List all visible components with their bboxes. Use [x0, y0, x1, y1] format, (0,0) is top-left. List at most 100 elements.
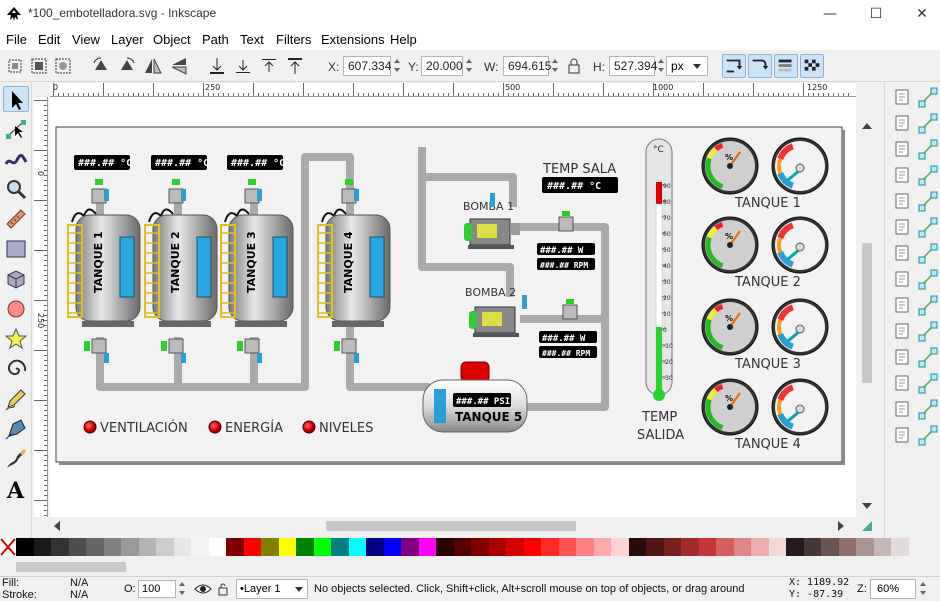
color-swatch[interactable]: [698, 538, 716, 556]
color-swatch[interactable]: [103, 538, 121, 556]
color-swatch[interactable]: [33, 538, 51, 556]
color-swatch[interactable]: [751, 538, 769, 556]
flip-vertical-icon[interactable]: [168, 55, 190, 77]
paste-icon[interactable]: [891, 346, 913, 368]
zoom-tool[interactable]: [3, 176, 29, 202]
vertical-scroll-thumb[interactable]: [862, 243, 872, 383]
color-swatch[interactable]: [663, 538, 681, 556]
open-document-icon[interactable]: [891, 112, 913, 134]
color-swatch[interactable]: [856, 538, 874, 556]
w-input[interactable]: 694.615: [503, 56, 551, 76]
close-button[interactable]: ✕: [912, 4, 932, 24]
palette-scrollbar[interactable]: [0, 558, 940, 576]
color-swatch[interactable]: [891, 538, 909, 556]
color-swatch[interactable]: [138, 538, 156, 556]
rotate-cw-icon[interactable]: [116, 55, 138, 77]
zoom-spinner[interactable]: [917, 579, 929, 599]
node-tool[interactable]: [3, 116, 29, 142]
tweak-tool[interactable]: [3, 146, 29, 172]
selector-tool[interactable]: [3, 86, 29, 112]
select-all-icon[interactable]: [4, 55, 26, 77]
vertical-scrollbar[interactable]: [856, 83, 882, 523]
h-input[interactable]: 527.394: [609, 56, 657, 76]
redo-icon[interactable]: [891, 268, 913, 290]
color-swatch[interactable]: [453, 538, 471, 556]
horizontal-ruler[interactable]: 0 250 500 1250 1000: [50, 83, 856, 97]
color-swatch[interactable]: [541, 538, 559, 556]
color-swatch[interactable]: [68, 538, 86, 556]
deselect-icon[interactable]: [52, 55, 74, 77]
save-document-icon[interactable]: [891, 138, 913, 160]
scroll-down-icon[interactable]: [862, 503, 872, 509]
menu-edit[interactable]: Edit: [38, 32, 60, 47]
color-swatch[interactable]: [611, 538, 629, 556]
calligraphy-tool[interactable]: [3, 446, 29, 472]
snap-bbox-corner-icon[interactable]: [917, 164, 939, 186]
color-swatch[interactable]: [873, 538, 891, 556]
x-spinner[interactable]: [391, 56, 403, 76]
color-swatch[interactable]: [838, 538, 856, 556]
pencil-tool[interactable]: [3, 386, 29, 412]
minimize-button[interactable]: —: [820, 4, 840, 24]
lower-icon[interactable]: [232, 55, 254, 77]
import-icon[interactable]: [891, 190, 913, 212]
vertical-ruler[interactable]: 0 250: [34, 97, 48, 517]
w-spinner[interactable]: [549, 56, 561, 76]
unit-select[interactable]: px: [666, 56, 708, 76]
scroll-right-icon[interactable]: [838, 521, 844, 531]
color-swatch[interactable]: [226, 538, 244, 556]
color-swatch[interactable]: [296, 538, 314, 556]
snap-page-icon[interactable]: [917, 424, 939, 446]
color-swatch[interactable]: [208, 538, 226, 556]
zoom-input[interactable]: 60%: [870, 579, 916, 599]
color-swatch[interactable]: [121, 538, 139, 556]
horizontal-scroll-thumb[interactable]: [326, 521, 576, 531]
color-swatch[interactable]: [331, 538, 349, 556]
color-swatch[interactable]: [733, 538, 751, 556]
color-swatch[interactable]: [681, 538, 699, 556]
menu-file[interactable]: File: [6, 32, 27, 47]
color-swatch[interactable]: [593, 538, 611, 556]
opacity-spinner[interactable]: [176, 579, 188, 597]
spiral-tool[interactable]: [3, 356, 29, 382]
lock-layer-icon[interactable]: [215, 581, 231, 597]
raise-icon[interactable]: [258, 55, 280, 77]
color-swatch[interactable]: [156, 538, 174, 556]
color-swatch[interactable]: [51, 538, 69, 556]
color-swatch[interactable]: [366, 538, 384, 556]
color-swatch[interactable]: [803, 538, 821, 556]
color-swatch[interactable]: [523, 538, 541, 556]
color-swatch[interactable]: [628, 538, 646, 556]
zoom-selection-icon[interactable]: [891, 372, 913, 394]
snap-path-icon[interactable]: [917, 268, 939, 290]
menu-object[interactable]: Object: [153, 32, 191, 47]
snap-midpoint-icon[interactable]: [917, 190, 939, 212]
flip-horizontal-icon[interactable]: [142, 55, 164, 77]
color-swatch[interactable]: [576, 538, 594, 556]
color-swatch[interactable]: [646, 538, 664, 556]
color-swatch[interactable]: [418, 538, 436, 556]
stroke-value[interactable]: N/A: [70, 589, 88, 601]
color-swatch[interactable]: [261, 538, 279, 556]
color-swatch[interactable]: [716, 538, 734, 556]
y-spinner[interactable]: [463, 56, 475, 76]
color-swatch[interactable]: [348, 538, 366, 556]
menu-filters[interactable]: Filters: [276, 32, 311, 47]
copy-icon[interactable]: [891, 294, 913, 316]
color-swatch[interactable]: [243, 538, 261, 556]
drawing-canvas[interactable]: TANQUE 1 TANQUE 2 TANQUE 3 TANQUE 4 ###.## …: [50, 97, 856, 517]
3d-box-tool[interactable]: [3, 266, 29, 292]
color-swatch[interactable]: [821, 538, 839, 556]
color-swatch[interactable]: [383, 538, 401, 556]
x-input[interactable]: 607.334: [343, 56, 391, 76]
snap-nodes-icon[interactable]: [917, 242, 939, 264]
snap-bbox-edge-icon[interactable]: [917, 138, 939, 160]
color-swatch[interactable]: [786, 538, 804, 556]
menu-path[interactable]: Path: [202, 32, 229, 47]
zoom-drawing-icon[interactable]: [891, 398, 913, 420]
color-swatch[interactable]: [278, 538, 296, 556]
color-swatch[interactable]: [558, 538, 576, 556]
snap-center-icon[interactable]: [917, 216, 939, 238]
color-swatch[interactable]: [436, 538, 454, 556]
snap-bbox-icon[interactable]: [917, 112, 939, 134]
